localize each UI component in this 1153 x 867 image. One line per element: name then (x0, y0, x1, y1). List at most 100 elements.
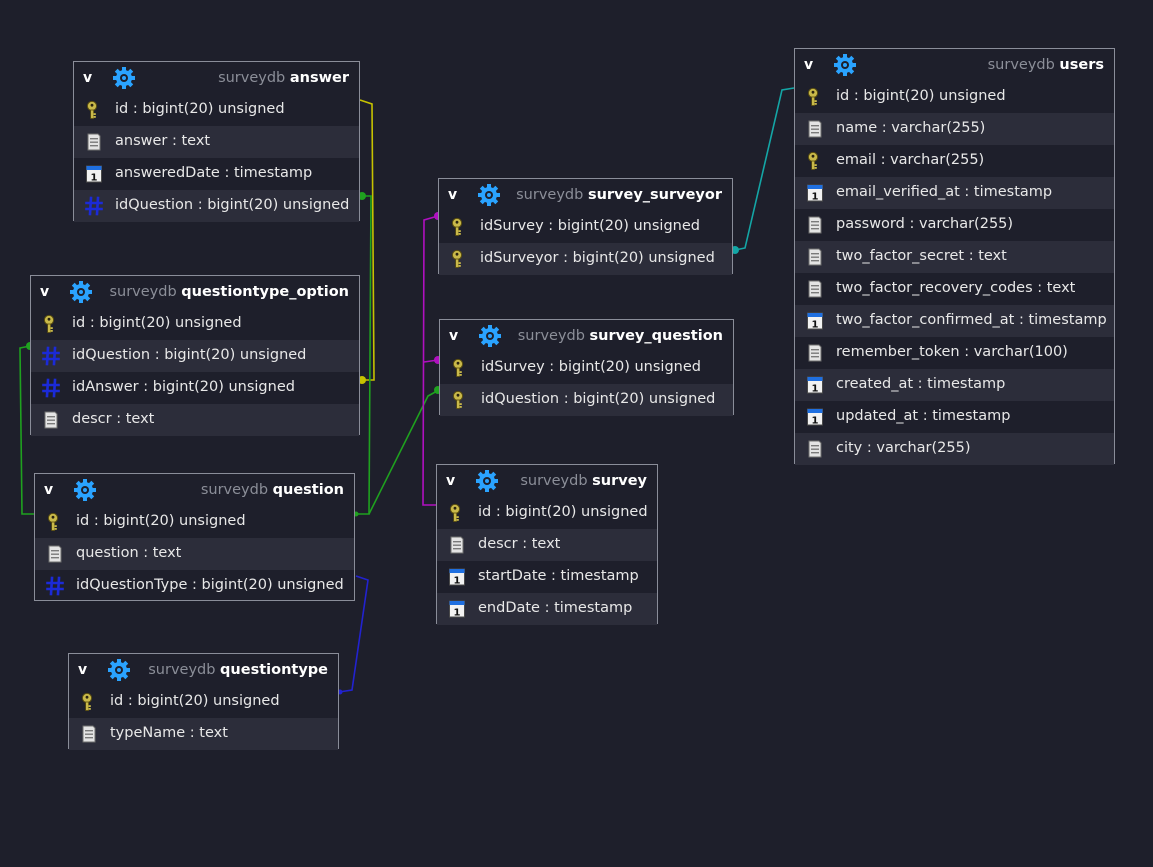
column-row[interactable]: idQuestion : bigint(20) unsigned (74, 190, 359, 222)
column-label: idAnswer : bigint(20) unsigned (72, 379, 295, 395)
table-questiontype[interactable]: v surveydb questiontype id : bigint(20) … (68, 653, 339, 750)
table-settings-icon[interactable] (833, 53, 857, 77)
collapse-toggle[interactable]: v (44, 482, 53, 498)
svg-text:1: 1 (812, 192, 819, 203)
collapse-toggle[interactable]: v (40, 284, 49, 300)
table-header[interactable]: v surveydb users (795, 49, 1114, 81)
table-name: questiontype (220, 662, 328, 678)
timestamp-column-icon: 1 (447, 567, 467, 587)
key-icon (805, 87, 825, 107)
column-row[interactable]: email : varchar(255) (795, 145, 1114, 177)
column-row[interactable]: password : varchar(255) (795, 209, 1114, 241)
connector-survey-surveyq (423, 359, 439, 363)
text-column-icon (805, 247, 825, 267)
text-column-icon (805, 215, 825, 235)
column-row[interactable]: answer : text (74, 126, 359, 158)
column-row[interactable]: id : bigint(20) unsigned (35, 506, 354, 538)
column-label: typeName : text (110, 725, 228, 741)
column-label: idQuestion : bigint(20) unsigned (72, 347, 307, 363)
column-row[interactable]: id : bigint(20) unsigned (69, 686, 338, 718)
table-header[interactable]: v surveydb answer (74, 62, 359, 94)
column-label: remember_token : varchar(100) (836, 344, 1068, 360)
column-row[interactable]: descr : text (437, 529, 657, 561)
column-row[interactable]: id : bigint(20) unsigned (437, 497, 657, 529)
column-row[interactable]: question : text (35, 538, 354, 570)
column-row[interactable]: idSurveyor : bigint(20) unsigned (439, 243, 732, 275)
column-label: city : varchar(255) (836, 440, 971, 456)
column-row[interactable]: idSurvey : bigint(20) unsigned (440, 352, 733, 384)
table-header[interactable]: v surveydb survey_question (440, 320, 733, 352)
column-row[interactable]: 1 answeredDate : timestamp (74, 158, 359, 190)
column-row[interactable]: 1 two_factor_confirmed_at : timestamp (795, 305, 1114, 337)
table-settings-icon[interactable] (477, 183, 501, 207)
column-label: two_factor_recovery_codes : text (836, 280, 1076, 296)
collapse-toggle[interactable]: v (78, 662, 87, 678)
key-icon (79, 692, 99, 712)
table-header[interactable]: v surveydb questiontype (69, 654, 338, 686)
column-row[interactable]: remember_token : varchar(100) (795, 337, 1114, 369)
column-label: answer : text (115, 133, 211, 149)
column-row[interactable]: 1 startDate : timestamp (437, 561, 657, 593)
column-label: idQuestion : bigint(20) unsigned (481, 391, 716, 407)
column-row[interactable]: idQuestionType : bigint(20) unsigned (35, 570, 354, 602)
table-header[interactable]: v surveydb survey (437, 465, 657, 497)
column-row[interactable]: city : varchar(255) (795, 433, 1114, 465)
column-row[interactable]: id : bigint(20) unsigned (31, 308, 359, 340)
hash-column-icon (45, 576, 65, 596)
column-row[interactable]: idAnswer : bigint(20) unsigned (31, 372, 359, 404)
column-row[interactable]: 1 created_at : timestamp (795, 369, 1114, 401)
column-row[interactable]: two_factor_secret : text (795, 241, 1114, 273)
table-header[interactable]: v surveydb questiontype_option (31, 276, 359, 308)
table-survey[interactable]: v surveydb survey id : bigint(20) unsign… (436, 464, 658, 625)
column-label: idQuestionType : bigint(20) unsigned (76, 577, 344, 593)
column-label: question : text (76, 545, 182, 561)
column-row[interactable]: 1 email_verified_at : timestamp (795, 177, 1114, 209)
table-users[interactable]: v surveydb users id : bigint(20) unsigne… (794, 48, 1115, 465)
collapse-toggle[interactable]: v (804, 57, 813, 73)
table-settings-icon[interactable] (478, 324, 502, 348)
column-row[interactable]: idSurvey : bigint(20) unsigned (439, 211, 732, 243)
table-settings-icon[interactable] (69, 280, 93, 304)
key-icon (449, 249, 469, 269)
text-column-icon (447, 535, 467, 555)
table-title: surveydb survey (520, 473, 647, 489)
column-label: id : bigint(20) unsigned (72, 315, 242, 331)
table-survey-surveyor[interactable]: v surveydb survey_surveyor idSurvey : bi… (438, 178, 733, 275)
column-row[interactable]: typeName : text (69, 718, 338, 750)
table-questiontype-option[interactable]: v surveydb questiontype_option id : bigi… (30, 275, 360, 436)
table-settings-icon[interactable] (107, 658, 131, 682)
column-row[interactable]: id : bigint(20) unsigned (74, 94, 359, 126)
table-answer[interactable]: v surveydb answer id : bigint(20) unsign… (73, 61, 360, 222)
column-row[interactable]: idQuestion : bigint(20) unsigned (31, 340, 359, 372)
column-row[interactable]: 1 endDate : timestamp (437, 593, 657, 625)
column-label: email_verified_at : timestamp (836, 184, 1053, 200)
key-icon (449, 217, 469, 237)
column-row[interactable]: idQuestion : bigint(20) unsigned (440, 384, 733, 416)
column-row[interactable]: 1 updated_at : timestamp (795, 401, 1114, 433)
table-header[interactable]: v surveydb question (35, 474, 354, 506)
column-label: id : bigint(20) unsigned (478, 504, 648, 520)
text-column-icon (84, 132, 104, 152)
table-settings-icon[interactable] (475, 469, 499, 493)
svg-text:1: 1 (812, 384, 819, 395)
timestamp-column-icon: 1 (805, 407, 825, 427)
text-column-icon (805, 279, 825, 299)
collapse-toggle[interactable]: v (449, 328, 458, 344)
collapse-toggle[interactable]: v (83, 70, 92, 86)
column-label: idSurvey : bigint(20) unsigned (480, 218, 700, 234)
collapse-toggle[interactable]: v (446, 473, 455, 489)
collapse-toggle[interactable]: v (448, 187, 457, 203)
column-label: id : bigint(20) unsigned (115, 101, 285, 117)
column-row[interactable]: two_factor_recovery_codes : text (795, 273, 1114, 305)
text-column-icon (41, 410, 61, 430)
table-settings-icon[interactable] (73, 478, 97, 502)
table-survey-question[interactable]: v surveydb survey_question idSurvey : bi… (439, 319, 734, 416)
column-label: password : varchar(255) (836, 216, 1014, 232)
timestamp-column-icon: 1 (447, 599, 467, 619)
table-header[interactable]: v surveydb survey_surveyor (439, 179, 732, 211)
column-row[interactable]: name : varchar(255) (795, 113, 1114, 145)
column-row[interactable]: id : bigint(20) unsigned (795, 81, 1114, 113)
table-question[interactable]: v surveydb question id : bigint(20) unsi… (34, 473, 355, 601)
table-settings-icon[interactable] (112, 66, 136, 90)
column-row[interactable]: descr : text (31, 404, 359, 436)
